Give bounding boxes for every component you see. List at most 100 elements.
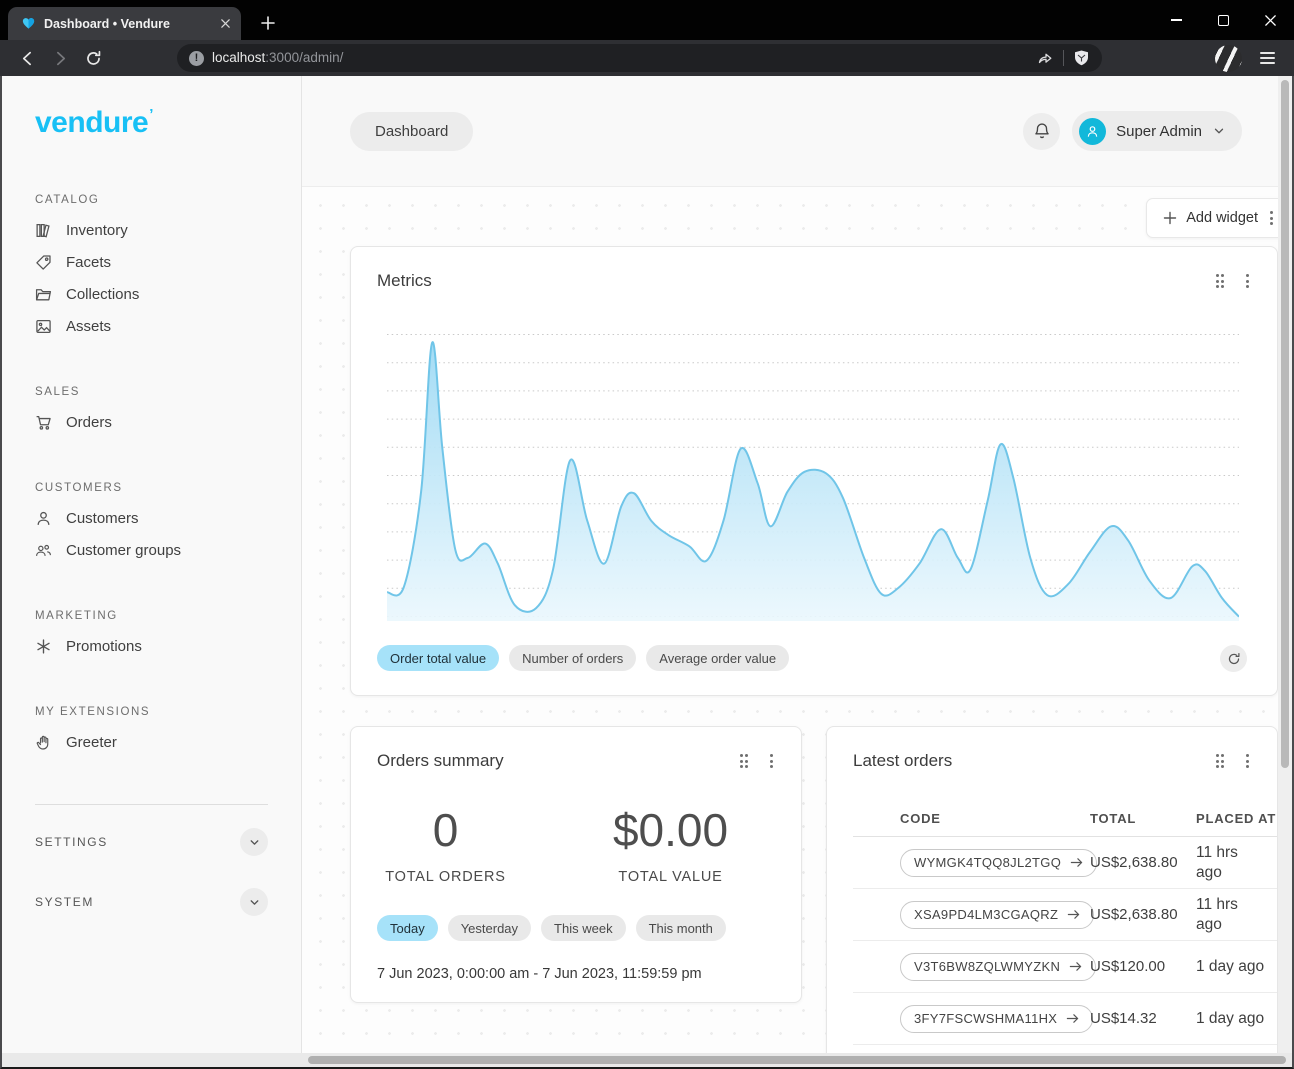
sidebar-item-promotions[interactable]: Promotions [35, 630, 268, 662]
order-code: XSA9PD4LM3CGAQRZ [914, 907, 1058, 922]
sidebar: vendure’ CATALOG Inventory Facets Collec… [2, 76, 302, 1067]
sidebar-divider [35, 804, 268, 805]
vertical-scrollbar-thumb[interactable] [1281, 80, 1289, 768]
sidebar-item-greeter[interactable]: Greeter [35, 726, 268, 758]
system-expand-button[interactable] [240, 888, 268, 916]
latest-orders-table: CODE TOTAL PLACED AT WYMGK4TQQ8JL2TGQ US… [853, 801, 1278, 1045]
orders-summary-menu-button[interactable] [768, 752, 775, 770]
section-label: SALES [35, 386, 268, 398]
horizontal-scrollbar[interactable] [2, 1053, 1292, 1067]
sidebar-item-label: Collections [66, 286, 139, 303]
arrow-right-icon [1069, 960, 1082, 973]
vendure-logo[interactable]: vendure’ [35, 106, 268, 140]
new-tab-button[interactable] [253, 8, 283, 38]
folder-icon [35, 286, 52, 303]
forward-button[interactable] [45, 44, 75, 72]
vendure-favicon-icon [21, 16, 36, 31]
user-avatar-icon [1079, 118, 1106, 145]
brave-shield-icon[interactable] [1073, 49, 1090, 67]
book-icon [35, 222, 52, 239]
horizontal-scrollbar-thumb[interactable] [308, 1056, 1286, 1064]
chip-today[interactable]: Today [377, 915, 438, 941]
url-bar[interactable]: ! localhost:3000/admin/ [177, 44, 1102, 72]
widget-title: Latest orders [853, 751, 952, 771]
order-code-link[interactable]: V3T6BW8ZQLWMYZKN [900, 953, 1096, 981]
user-menu[interactable]: Super Admin [1072, 111, 1242, 151]
drag-handle-icon[interactable] [740, 754, 749, 768]
tag-icon [35, 254, 52, 271]
metrics-chip-row: Order total value Number of orders Avera… [377, 645, 789, 671]
chip-average-order-value[interactable]: Average order value [646, 645, 789, 671]
sidebar-section-system[interactable]: SYSTEM [35, 879, 268, 925]
metrics-widget: Metrics Order total value Number of orde… [350, 246, 1278, 696]
sidebar-section-customers: CUSTOMERS Customers Customer groups [35, 482, 268, 566]
vertical-scrollbar[interactable] [1278, 76, 1292, 1053]
minimize-icon [1171, 19, 1182, 21]
reload-icon [85, 50, 102, 67]
date-range: 7 Jun 2023, 0:00:00 am - 7 Jun 2023, 11:… [377, 966, 801, 982]
order-total: US$120.00 [1090, 958, 1196, 975]
section-label: CATALOG [35, 194, 268, 206]
reload-button[interactable] [78, 44, 108, 72]
close-icon [1264, 14, 1277, 27]
table-row: WYMGK4TQQ8JL2TGQ US$2,638.80 11 hrs ago [853, 837, 1278, 889]
add-widget-button[interactable]: Add widget [1153, 199, 1268, 237]
url-actions [1036, 49, 1094, 67]
section-label: SETTINGS [35, 835, 108, 849]
site-info-icon[interactable]: ! [189, 51, 204, 66]
order-code-link[interactable]: WYMGK4TQQ8JL2TGQ [900, 849, 1097, 877]
browser-tab[interactable]: Dashboard • Vendure [8, 7, 241, 40]
logo-text: vendure [35, 106, 148, 139]
metrics-menu-button[interactable] [1244, 272, 1251, 290]
chip-order-total-value[interactable]: Order total value [377, 645, 499, 671]
order-total: US$2,638.80 [1090, 906, 1196, 923]
tab-close-icon[interactable] [220, 18, 231, 29]
sidebar-item-assets[interactable]: Assets [35, 310, 268, 342]
drag-handle-icon[interactable] [1216, 754, 1225, 768]
divider [1063, 50, 1064, 66]
chip-number-of-orders[interactable]: Number of orders [509, 645, 636, 671]
sidebar-item-label: Orders [66, 414, 112, 431]
browser-profile-avatar[interactable] [1215, 45, 1242, 72]
chevron-down-icon [248, 836, 261, 849]
order-code-link[interactable]: XSA9PD4LM3CGAQRZ [900, 901, 1094, 929]
order-code-link[interactable]: 3FY7FSCWSHMA11HX [900, 1005, 1093, 1033]
settings-expand-button[interactable] [240, 828, 268, 856]
browser-titlebar: Dashboard • Vendure [0, 0, 1294, 40]
section-label: MARKETING [35, 610, 268, 622]
chip-this-week[interactable]: This week [541, 915, 626, 941]
share-icon[interactable] [1036, 49, 1054, 67]
refresh-button[interactable] [1220, 645, 1247, 672]
breadcrumb[interactable]: Dashboard [350, 112, 473, 151]
browser-menu-button[interactable] [1252, 44, 1282, 72]
sidebar-section-settings[interactable]: SETTINGS [35, 819, 268, 865]
sidebar-item-label: Inventory [66, 222, 128, 239]
window-close-button[interactable] [1247, 0, 1294, 40]
main-header: Dashboard Super Admin [302, 76, 1292, 187]
window-minimize-button[interactable] [1153, 0, 1200, 40]
cart-icon [35, 414, 52, 431]
table-row: 3FY7FSCWSHMA11HX US$14.32 1 day ago [853, 993, 1278, 1045]
sidebar-item-customer-groups[interactable]: Customer groups [35, 534, 268, 566]
latest-orders-menu-button[interactable] [1244, 752, 1251, 770]
drag-handle-icon[interactable] [1216, 274, 1225, 288]
notifications-button[interactable] [1023, 113, 1060, 150]
window-maximize-button[interactable] [1200, 0, 1247, 40]
sidebar-item-collections[interactable]: Collections [35, 278, 268, 310]
back-button[interactable] [12, 44, 42, 72]
order-placed: 1 day ago [1196, 957, 1278, 976]
orders-summary-widget: Orders summary 0 TOTAL ORDERS [350, 726, 802, 1003]
forward-icon [52, 50, 69, 67]
sidebar-item-facets[interactable]: Facets [35, 246, 268, 278]
sidebar-item-orders[interactable]: Orders [35, 406, 268, 438]
sidebar-item-customers[interactable]: Customers [35, 502, 268, 534]
chip-yesterday[interactable]: Yesterday [448, 915, 531, 941]
sidebar-item-label: Greeter [66, 734, 117, 751]
arrow-right-icon [1067, 908, 1080, 921]
chip-this-month[interactable]: This month [636, 915, 726, 941]
add-widget-menu-button[interactable] [1268, 209, 1275, 227]
sidebar-item-label: Promotions [66, 638, 142, 655]
sidebar-item-inventory[interactable]: Inventory [35, 214, 268, 246]
refresh-icon [1227, 652, 1241, 666]
metrics-chart [387, 334, 1239, 621]
